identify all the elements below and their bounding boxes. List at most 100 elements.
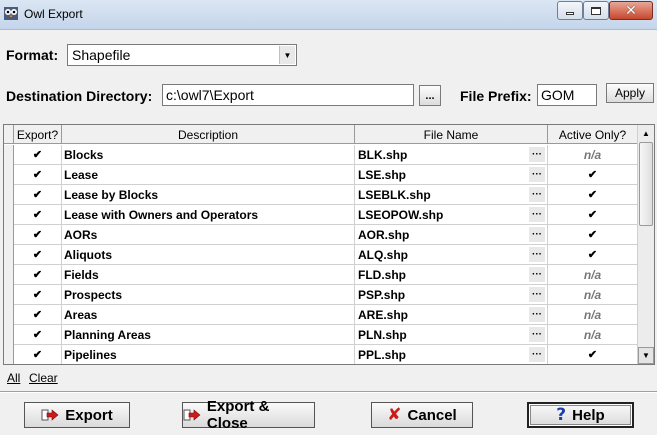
file-name-cell[interactable]: PPL.shp ··· bbox=[355, 345, 548, 364]
file-browse-dots-icon[interactable]: ··· bbox=[529, 227, 545, 242]
help-button[interactable]: ? Help bbox=[527, 402, 634, 428]
active-only-checkbox[interactable]: ✔ bbox=[587, 249, 598, 261]
file-browse-dots-icon[interactable]: ··· bbox=[529, 287, 545, 302]
row-selector[interactable] bbox=[4, 265, 14, 285]
export-checkbox[interactable]: ✔ bbox=[32, 189, 43, 201]
file-prefix-input[interactable] bbox=[537, 84, 597, 106]
export-cell: ✔ bbox=[14, 345, 62, 364]
row-selector[interactable] bbox=[4, 345, 14, 364]
file-browse-dots-icon[interactable]: ··· bbox=[529, 247, 545, 262]
file-name-text: ARE.shp bbox=[358, 308, 409, 322]
export-checkbox[interactable]: ✔ bbox=[32, 169, 43, 181]
export-checkbox[interactable]: ✔ bbox=[32, 249, 43, 261]
file-browse-dots-icon[interactable]: ··· bbox=[529, 347, 545, 362]
file-browse-dots-icon[interactable]: ··· bbox=[529, 167, 545, 182]
description-cell: Lease with Owners and Operators bbox=[62, 205, 355, 225]
file-name-text: ALQ.shp bbox=[358, 248, 408, 262]
table-row[interactable]: ✔ Lease with Owners and Operators LSEOPOW.… bbox=[4, 205, 638, 225]
export-close-button[interactable]: Export & Close bbox=[182, 398, 315, 432]
clear-link[interactable]: Clear bbox=[29, 371, 58, 385]
column-header-file-name[interactable]: File Name bbox=[355, 125, 548, 144]
file-prefix-label: File Prefix: bbox=[460, 88, 532, 104]
window-title: Owl Export bbox=[24, 7, 83, 21]
active-only-checkbox[interactable]: ✔ bbox=[587, 349, 598, 361]
help-question-icon: ? bbox=[556, 405, 567, 425]
table-row[interactable]: ✔ Pipelines PPL.shp ··· ✔ bbox=[4, 345, 638, 364]
row-selector[interactable] bbox=[4, 145, 14, 165]
file-name-cell[interactable]: ARE.shp ··· bbox=[355, 305, 548, 325]
table-row[interactable]: ✔ Lease LSE.shp ··· ✔ bbox=[4, 165, 638, 185]
file-browse-dots-icon[interactable]: ··· bbox=[529, 327, 545, 342]
row-selector[interactable] bbox=[4, 325, 14, 345]
column-header-export[interactable]: Export? bbox=[14, 125, 62, 144]
browse-button[interactable]: ... bbox=[419, 85, 441, 106]
select-all-link[interactable]: All bbox=[7, 371, 20, 385]
file-browse-dots-icon[interactable]: ··· bbox=[529, 267, 545, 282]
export-button-label: Export bbox=[65, 406, 113, 424]
export-checkbox[interactable]: ✔ bbox=[32, 289, 43, 301]
export-checkbox[interactable]: ✔ bbox=[32, 149, 43, 161]
row-selector[interactable] bbox=[4, 205, 14, 225]
file-name-cell[interactable]: BLK.shp ··· bbox=[355, 145, 548, 165]
table-row[interactable]: ✔ Lease by Blocks LSEBLK.shp ··· ✔ bbox=[4, 185, 638, 205]
export-checkbox[interactable]: ✔ bbox=[32, 309, 43, 321]
table-row[interactable]: ✔ Blocks BLK.shp ··· n/a bbox=[4, 145, 638, 165]
export-cell: ✔ bbox=[14, 245, 62, 265]
scroll-down-icon[interactable]: ▼ bbox=[638, 347, 654, 364]
minimize-button[interactable] bbox=[557, 1, 583, 20]
file-browse-dots-icon[interactable]: ··· bbox=[529, 207, 545, 222]
export-checkbox[interactable]: ✔ bbox=[32, 229, 43, 241]
file-browse-dots-icon[interactable]: ··· bbox=[529, 147, 545, 162]
row-selector[interactable] bbox=[4, 285, 14, 305]
table-row[interactable]: ✔ Planning Areas PLN.shp ··· n/a bbox=[4, 325, 638, 345]
active-only-cell: n/a bbox=[548, 325, 638, 345]
file-name-cell[interactable]: PLN.shp ··· bbox=[355, 325, 548, 345]
cancel-button-label: Cancel bbox=[407, 406, 457, 424]
table-row[interactable]: ✔ Prospects PSP.shp ··· n/a bbox=[4, 285, 638, 305]
cancel-button[interactable]: ✘ Cancel bbox=[371, 402, 473, 428]
export-checkbox[interactable]: ✔ bbox=[32, 349, 43, 361]
format-select[interactable]: Shapefile ▼ bbox=[67, 44, 297, 66]
export-button[interactable]: Export bbox=[24, 402, 130, 428]
row-selector[interactable] bbox=[4, 305, 14, 325]
table-row[interactable]: ✔ Aliquots ALQ.shp ··· ✔ bbox=[4, 245, 638, 265]
export-checkbox[interactable]: ✔ bbox=[32, 329, 43, 341]
table-row[interactable]: ✔ Areas ARE.shp ··· n/a bbox=[4, 305, 638, 325]
destination-input[interactable] bbox=[162, 84, 414, 106]
description-cell: Blocks bbox=[62, 145, 355, 165]
row-selector[interactable] bbox=[4, 185, 14, 205]
table-row[interactable]: ✔ AORs AOR.shp ··· ✔ bbox=[4, 225, 638, 245]
active-only-checkbox[interactable]: ✔ bbox=[587, 209, 598, 221]
active-only-checkbox[interactable]: ✔ bbox=[587, 189, 598, 201]
column-header-active-only[interactable]: Active Only? bbox=[548, 125, 638, 144]
export-checkbox[interactable]: ✔ bbox=[32, 269, 43, 281]
scrollbar-thumb[interactable] bbox=[639, 142, 653, 226]
apply-button[interactable]: Apply bbox=[606, 83, 654, 103]
file-browse-dots-icon[interactable]: ··· bbox=[529, 187, 545, 202]
file-name-cell[interactable]: FLD.shp ··· bbox=[355, 265, 548, 285]
file-name-cell[interactable]: LSEBLK.shp ··· bbox=[355, 185, 548, 205]
row-selector[interactable] bbox=[4, 245, 14, 265]
file-name-cell[interactable]: LSE.shp ··· bbox=[355, 165, 548, 185]
maximize-button[interactable] bbox=[583, 1, 609, 20]
chevron-down-icon[interactable]: ▼ bbox=[279, 46, 295, 64]
file-name-cell[interactable]: LSEOPOW.shp ··· bbox=[355, 205, 548, 225]
active-only-checkbox[interactable]: ✔ bbox=[587, 229, 598, 241]
column-header-description[interactable]: Description bbox=[62, 125, 355, 144]
vertical-scrollbar[interactable]: ▲ ▼ bbox=[637, 125, 654, 364]
title-bar: Owl Export ✕ bbox=[0, 0, 657, 30]
description-cell: Aliquots bbox=[62, 245, 355, 265]
format-value: Shapefile bbox=[72, 47, 131, 63]
file-name-cell[interactable]: ALQ.shp ··· bbox=[355, 245, 548, 265]
close-button[interactable]: ✕ bbox=[609, 1, 653, 20]
scroll-up-icon[interactable]: ▲ bbox=[638, 125, 654, 142]
row-selector[interactable] bbox=[4, 225, 14, 245]
file-browse-dots-icon[interactable]: ··· bbox=[529, 307, 545, 322]
active-only-checkbox[interactable]: ✔ bbox=[587, 169, 598, 181]
file-name-cell[interactable]: AOR.shp ··· bbox=[355, 225, 548, 245]
table-row[interactable]: ✔ Fields FLD.shp ··· n/a bbox=[4, 265, 638, 285]
description-cell: Pipelines bbox=[62, 345, 355, 364]
file-name-cell[interactable]: PSP.shp ··· bbox=[355, 285, 548, 305]
export-checkbox[interactable]: ✔ bbox=[32, 209, 43, 221]
row-selector[interactable] bbox=[4, 165, 14, 185]
